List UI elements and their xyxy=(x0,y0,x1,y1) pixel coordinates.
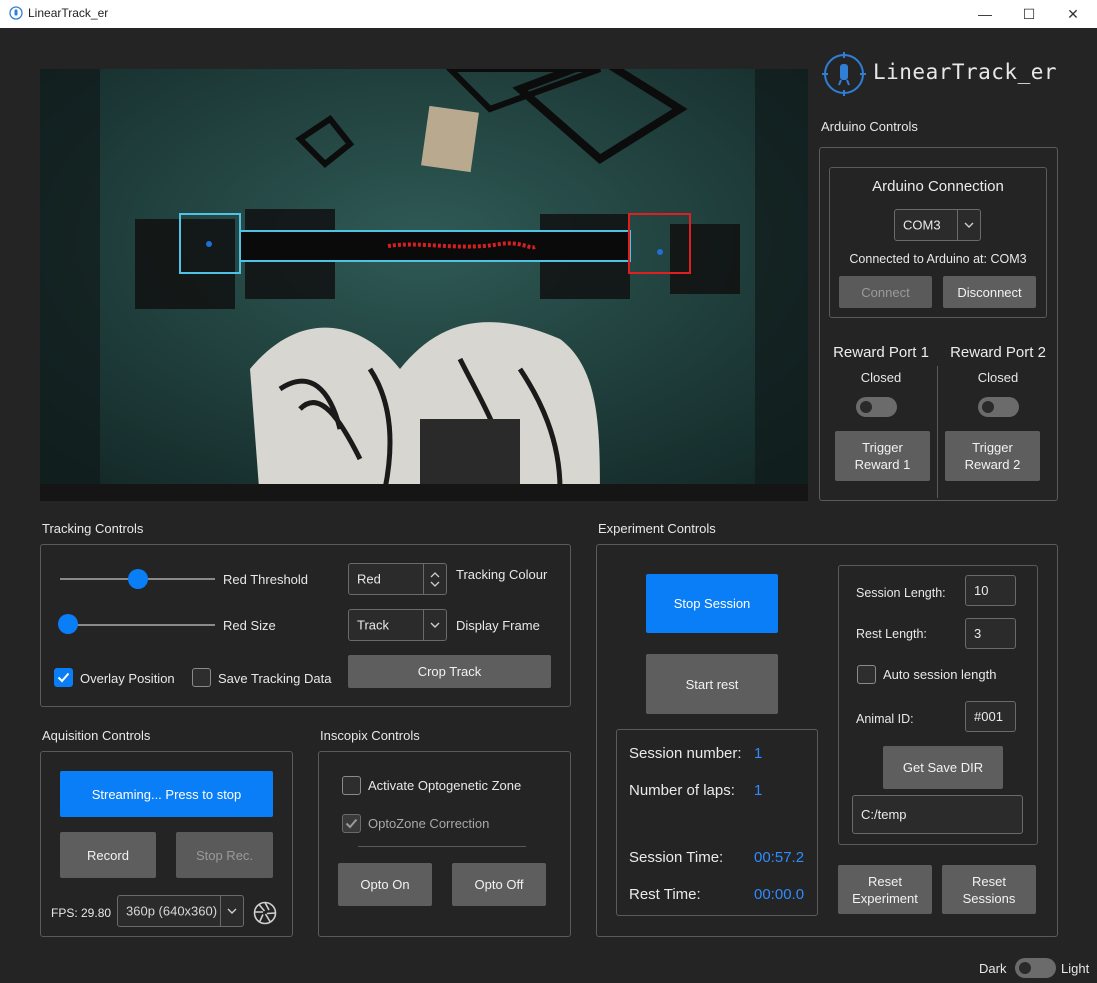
stop-record-button[interactable]: Stop Rec. xyxy=(176,832,273,878)
light-theme-label: Light xyxy=(1061,961,1090,976)
tracking-colour-select[interactable]: Red xyxy=(348,563,447,595)
camera-feed[interactable] xyxy=(40,69,808,501)
display-frame-value: Track xyxy=(357,617,390,633)
tracking-colour-label: Tracking Colour xyxy=(456,567,548,582)
reward-port-2-title: Reward Port 2 xyxy=(950,344,1046,361)
chevron-down-icon xyxy=(220,896,243,926)
opto-off-button[interactable]: Opto Off xyxy=(452,863,546,906)
red-threshold-label: Red Threshold xyxy=(223,572,309,587)
laps-value: 1 xyxy=(754,782,763,799)
trigger-reward-2-button[interactable]: Trigger Reward 2 xyxy=(945,431,1040,481)
reward-port-1-title: Reward Port 1 xyxy=(833,344,929,361)
tracking-section-label: Tracking Controls xyxy=(42,521,144,536)
red-size-label: Red Size xyxy=(223,618,276,633)
save-dir-field[interactable]: C:/temp xyxy=(852,795,1023,834)
acquisition-section-label: Aquisition Controls xyxy=(42,728,151,743)
inscopix-section-label: Inscopix Controls xyxy=(320,728,420,743)
reward-port-2-state: Closed xyxy=(977,370,1019,385)
red-size-slider[interactable] xyxy=(57,614,78,634)
optogenetic-zone-checkbox[interactable] xyxy=(342,776,361,795)
chevron-down-icon xyxy=(957,210,980,240)
stop-session-button[interactable]: Stop Session xyxy=(646,574,778,633)
logo-icon xyxy=(822,52,866,96)
opto-on-button[interactable]: Opto On xyxy=(338,863,432,906)
red-size-slider-track xyxy=(60,624,215,626)
overlay-position-label: Overlay Position xyxy=(80,671,175,686)
reward-port-2-toggle[interactable] xyxy=(978,397,1019,417)
chevron-down-icon xyxy=(423,610,446,640)
session-length-input[interactable]: 10 xyxy=(965,575,1016,606)
connection-status: Connected to Arduino at: COM3 xyxy=(849,252,1027,266)
red-threshold-slider[interactable] xyxy=(127,569,148,589)
arduino-connection-title: Arduino Connection xyxy=(872,178,1004,195)
display-frame-label: Display Frame xyxy=(456,618,540,633)
resolution-select[interactable]: 360p (640x360) xyxy=(117,895,244,927)
session-time-value: 00:57.2 xyxy=(754,849,805,866)
close-button[interactable]: ✕ xyxy=(1051,0,1095,28)
auto-session-checkbox[interactable] xyxy=(857,665,876,684)
animal-id-label: Animal ID: xyxy=(856,712,914,726)
rest-length-input[interactable]: 3 xyxy=(965,618,1016,649)
spin-arrows-icon xyxy=(423,564,446,594)
session-length-label: Session Length: xyxy=(856,586,946,600)
reset-sessions-button[interactable]: Reset Sessions xyxy=(942,865,1036,914)
save-tracking-checkbox[interactable] xyxy=(192,668,211,687)
logo-text: LinearTrack_er xyxy=(873,60,1058,84)
reward-port-1-toggle[interactable] xyxy=(856,397,897,417)
animal-id-input[interactable]: #001 xyxy=(965,701,1016,732)
theme-toggle[interactable] xyxy=(1015,958,1056,978)
dark-theme-label: Dark xyxy=(979,961,1007,976)
start-rest-button[interactable]: Start rest xyxy=(646,654,778,714)
laps-label: Number of laps: xyxy=(629,782,735,799)
disconnect-button[interactable]: Disconnect xyxy=(943,276,1036,308)
arduino-section-label: Arduino Controls xyxy=(821,119,918,134)
com-port-value: COM3 xyxy=(903,217,941,233)
camera-frame-image xyxy=(40,69,808,501)
trigger-reward-1-button[interactable]: Trigger Reward 1 xyxy=(835,431,930,481)
app-icon xyxy=(9,6,23,20)
com-port-select[interactable]: COM3 xyxy=(894,209,981,241)
display-frame-select[interactable]: Track xyxy=(348,609,447,641)
optozone-correction-checkbox[interactable] xyxy=(342,814,361,833)
checkmark-icon xyxy=(57,672,70,683)
title-bar: LinearTrack_er — ☐ ✕ xyxy=(0,0,1097,28)
window-title: LinearTrack_er xyxy=(28,6,109,20)
record-button[interactable]: Record xyxy=(60,832,156,878)
rest-time-value: 00:00.0 xyxy=(754,886,805,903)
connect-button[interactable]: Connect xyxy=(839,276,932,308)
minimize-button[interactable]: — xyxy=(963,0,1007,28)
optozone-correction-label: OptoZone Correction xyxy=(368,816,490,831)
optogenetic-zone-label: Activate Optogenetic Zone xyxy=(368,778,522,793)
session-number-label: Session number: xyxy=(629,745,742,762)
inscopix-divider xyxy=(358,846,526,847)
maximize-button[interactable]: ☐ xyxy=(1007,0,1051,28)
fps-readout: FPS: 29.80 xyxy=(51,906,112,920)
overlay-position-checkbox[interactable] xyxy=(54,668,73,687)
tracking-colour-value: Red xyxy=(357,571,381,587)
reset-experiment-button[interactable]: Reset Experiment xyxy=(838,865,932,914)
auto-session-label: Auto session length xyxy=(883,667,997,682)
aperture-icon[interactable] xyxy=(253,901,277,925)
session-number-value: 1 xyxy=(754,745,763,762)
resolution-value: 360p (640x360) xyxy=(126,903,218,919)
crop-track-button[interactable]: Crop Track xyxy=(348,655,551,688)
reward-divider xyxy=(937,366,938,498)
checkmark-icon xyxy=(345,818,358,829)
rest-time-label: Rest Time: xyxy=(629,886,701,903)
streaming-button[interactable]: Streaming... Press to stop xyxy=(60,771,273,817)
session-time-label: Session Time: xyxy=(629,849,724,866)
save-tracking-label: Save Tracking Data xyxy=(218,671,332,686)
get-save-dir-button[interactable]: Get Save DIR xyxy=(883,746,1003,789)
reward-port-1-state: Closed xyxy=(860,370,902,385)
experiment-section-label: Experiment Controls xyxy=(598,521,716,536)
rest-length-label: Rest Length: xyxy=(856,627,927,641)
